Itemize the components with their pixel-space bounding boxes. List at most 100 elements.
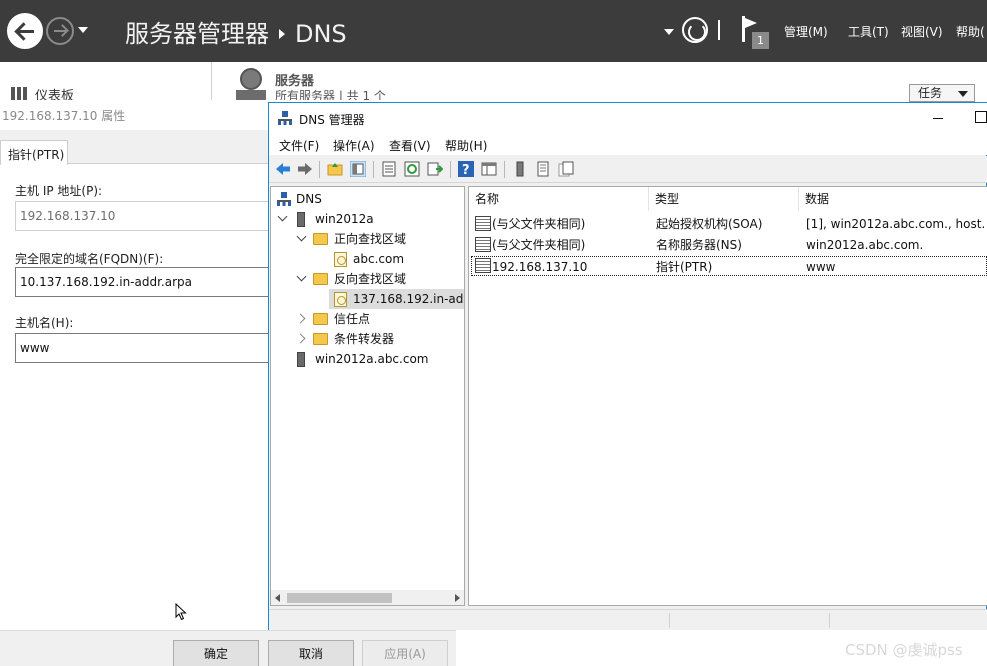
tree-node-reverse-zones[interactable]: 反向查找区域 <box>271 269 464 289</box>
tree-node-label: DNS <box>296 192 322 206</box>
scroll-left-icon[interactable] <box>275 594 280 602</box>
minimize-icon[interactable] <box>931 111 947 125</box>
tree-node-label: abc.com <box>353 252 405 266</box>
app-title: 服务器管理器 <box>125 20 269 48</box>
refresh-dropdown-icon[interactable] <box>664 29 674 35</box>
up-folder-icon[interactable] <box>327 161 343 177</box>
records-list: 名称 类型 数据 (与父文件夹相同) 起始授权机构(SOA) [1], win2… <box>468 186 987 606</box>
record-row[interactable]: 192.168.137.10 指针(PTR) www <box>471 256 987 276</box>
tree-node-label: win2012a.abc.com <box>315 352 429 366</box>
scroll-right-icon[interactable] <box>455 594 460 602</box>
record-icon <box>475 237 491 252</box>
server-manager-header: 服务器管理器 DNS 1 管理(M) 工具(T) 视图(V) 帮助( <box>0 0 987 62</box>
record-type: 指针(PTR) <box>656 260 713 274</box>
mouse-pointer-icon <box>175 603 187 621</box>
column-header-data[interactable]: 数据 <box>799 187 987 211</box>
forward-icon[interactable] <box>297 161 313 177</box>
column-header-name[interactable]: 名称 <box>469 187 649 211</box>
tree-node-other-server[interactable]: win2012a.abc.com <box>271 349 464 369</box>
notifications-flag-icon[interactable]: 1 <box>740 16 769 50</box>
cancel-button[interactable]: 取消 <box>268 640 354 666</box>
refresh-icon[interactable] <box>404 161 420 177</box>
tasks-label: 任务 <box>918 86 943 100</box>
console-tree: DNS win2012a 正向查找区域 abc.com 反向查找区域 137.1… <box>270 186 465 606</box>
record-row[interactable]: (与父文件夹相同) 名称服务器(NS) win2012a.abc.com. <box>471 235 987 255</box>
refresh-icon[interactable] <box>682 17 708 43</box>
tree-node-label: win2012a <box>315 212 374 226</box>
back-icon[interactable] <box>275 161 291 177</box>
tree-node-server[interactable]: win2012a <box>271 209 464 229</box>
history-dropdown-icon[interactable] <box>78 27 88 33</box>
column-header-type[interactable]: 类型 <box>649 187 799 211</box>
tree-node-reverse-zone-item[interactable]: 137.168.192.in-addr.arpa <box>329 289 464 309</box>
record-name: 192.168.137.10 <box>492 260 588 274</box>
menu-tools[interactable]: 工具(T) <box>848 23 889 40</box>
folder-icon <box>313 313 328 325</box>
tree-node-conditional-forwarders[interactable]: 条件转发器 <box>271 329 464 349</box>
status-bar <box>269 609 987 630</box>
record-type: 名称服务器(NS) <box>656 238 742 252</box>
zone-icon <box>334 292 347 307</box>
breadcrumb-current: DNS <box>295 20 347 48</box>
tree-node-label: 正向查找区域 <box>334 232 407 246</box>
servers-icon <box>236 68 266 100</box>
menu-help[interactable]: 帮助(H) <box>445 137 487 154</box>
expand-chevron-icon[interactable] <box>296 231 307 242</box>
records-icon[interactable] <box>558 161 574 177</box>
record-icon <box>475 258 491 273</box>
help-icon[interactable]: ? <box>458 161 474 177</box>
menu-view[interactable]: 视图(V) <box>901 23 943 40</box>
server-icon[interactable] <box>512 161 528 177</box>
window-titlebar[interactable]: DNS 管理器 <box>269 103 987 133</box>
record-icon[interactable] <box>535 161 551 177</box>
page-title: 服务器管理器 DNS <box>125 14 347 49</box>
tree-node-label: 137.168.192.in-addr.arpa <box>353 292 464 306</box>
collapse-chevron-icon[interactable] <box>295 313 306 324</box>
expand-chevron-icon[interactable] <box>277 211 288 222</box>
menu-action[interactable]: 操作(A) <box>333 137 375 154</box>
console-tree-icon[interactable] <box>481 161 497 177</box>
menu-manage[interactable]: 管理(M) <box>784 23 828 40</box>
tree-node-label: 条件转发器 <box>334 332 395 346</box>
dns-icon <box>277 192 291 206</box>
folder-icon <box>313 273 328 285</box>
forward-arrow-icon[interactable] <box>46 17 74 45</box>
zone-icon <box>334 252 347 267</box>
horizontal-scrollbar[interactable] <box>271 590 464 605</box>
show-tree-icon[interactable] <box>350 161 366 177</box>
ok-button[interactable]: 确定 <box>173 640 259 666</box>
maximize-icon[interactable] <box>975 111 987 123</box>
server-icon <box>297 352 305 367</box>
record-row[interactable]: (与父文件夹相同) 起始授权机构(SOA) [1], win2012a.abc.… <box>471 214 987 234</box>
folder-icon <box>313 333 328 345</box>
folder-icon <box>313 233 328 245</box>
tree-node-forward-zones[interactable]: 正向查找区域 <box>271 229 464 249</box>
tasks-dropdown-button[interactable]: 任务 <box>909 84 975 102</box>
properties-icon[interactable] <box>381 161 397 177</box>
breadcrumb-separator-icon <box>279 28 285 39</box>
back-arrow-icon[interactable] <box>7 13 43 49</box>
server-icon <box>297 212 305 227</box>
toolbar: ? <box>269 156 987 183</box>
sidebar-item-dashboard[interactable]: 仪表板 <box>0 62 212 104</box>
tree-node-dns-root[interactable]: DNS <box>271 189 464 209</box>
record-data: win2012a.abc.com. <box>806 238 924 252</box>
dialog-title: 192.168.137.10 属性 <box>2 109 126 123</box>
chevron-down-icon <box>958 91 968 97</box>
status-cell <box>669 613 829 628</box>
export-icon[interactable] <box>427 161 443 177</box>
window-title: DNS 管理器 <box>299 113 365 127</box>
menu-file[interactable]: 文件(F) <box>279 137 319 154</box>
svg-text:?: ? <box>462 163 470 177</box>
dns-manager-window: DNS 管理器 文件(F) 操作(A) 查看(V) 帮助(H) ? DNS wi… <box>268 102 987 630</box>
menu-help[interactable]: 帮助( <box>956 23 985 40</box>
menu-view[interactable]: 查看(V) <box>389 137 431 154</box>
collapse-chevron-icon[interactable] <box>295 333 306 344</box>
expand-chevron-icon[interactable] <box>296 271 307 282</box>
apply-button[interactable]: 应用(A) <box>362 640 448 666</box>
tree-node-zone-abc[interactable]: abc.com <box>271 249 464 269</box>
tab-ptr[interactable]: 指针(PTR) <box>0 140 68 165</box>
scrollbar-thumb[interactable] <box>287 593 392 603</box>
tree-node-trust-points[interactable]: 信任点 <box>271 309 464 329</box>
hostname-label: 主机名(H): <box>15 316 74 330</box>
